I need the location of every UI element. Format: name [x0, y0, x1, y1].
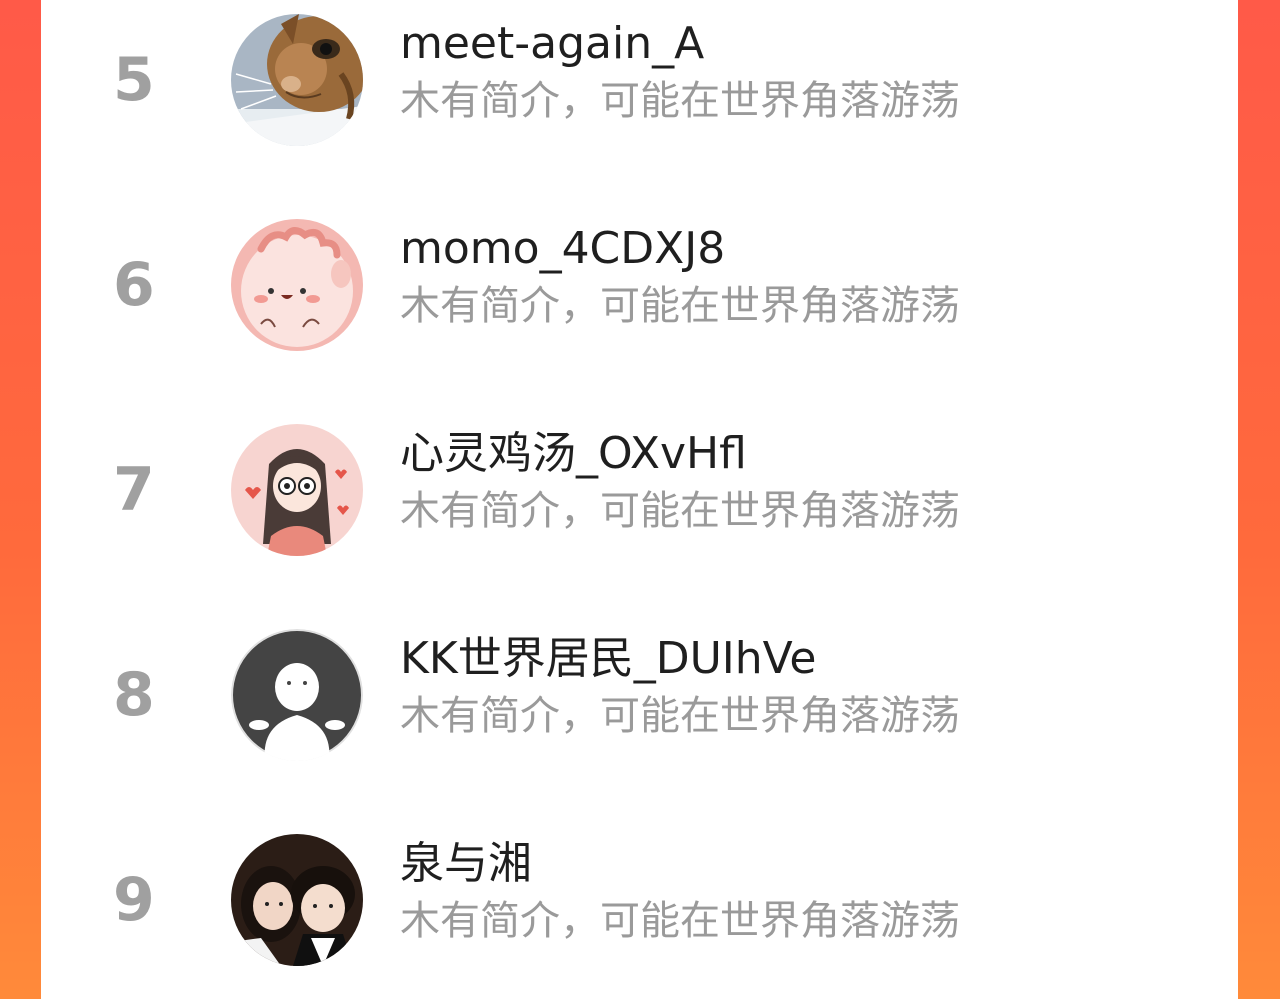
username[interactable]: KK世界居民_DUIhVe	[400, 632, 816, 686]
username[interactable]: meet-again_A	[400, 17, 704, 71]
rank-number: 7	[113, 455, 155, 525]
couple-photo-avatar-icon[interactable]	[231, 834, 363, 966]
default-person-avatar-icon[interactable]	[231, 629, 363, 761]
list-item[interactable]: 6 momo_4CDXJ8 木有简介，可能在世界角落游荡	[41, 210, 1238, 360]
rank-number: 5	[113, 45, 155, 115]
list-item[interactable]: 5 meet-again_A 木有简介，可能在世界角落游荡	[41, 5, 1238, 155]
user-bio: 木有简介，可能在世界角落游荡	[400, 693, 960, 739]
cat-avatar-icon[interactable]	[231, 14, 363, 146]
pink-cartoon-avatar-icon[interactable]	[231, 219, 363, 351]
list-item[interactable]: 7 心灵鸡汤_OXvHfl 木有简介，可能在世界角落游荡	[41, 415, 1238, 565]
list-item[interactable]: 9 泉与湘 木有简介，可能在世界角落游荡	[41, 825, 1238, 975]
rank-number: 8	[113, 660, 155, 730]
user-bio: 木有简介，可能在世界角落游荡	[400, 488, 960, 534]
user-bio: 木有简介，可能在世界角落游荡	[400, 898, 960, 944]
username[interactable]: 心灵鸡汤_OXvHfl	[400, 427, 747, 481]
list-item[interactable]: 8 KK世界居民_DUIhVe 木有简介，可能在世界角落游荡	[41, 620, 1238, 770]
user-bio: 木有简介，可能在世界角落游荡	[400, 78, 960, 124]
username[interactable]: momo_4CDXJ8	[400, 222, 725, 276]
ranking-list-card: 5 meet-again_A 木有简介，可能在世界角落游荡 6 momo_4CD…	[41, 0, 1238, 999]
user-bio: 木有简介，可能在世界角落游荡	[400, 283, 960, 329]
girl-cartoon-avatar-icon[interactable]	[231, 424, 363, 556]
rank-number: 9	[113, 865, 155, 935]
username[interactable]: 泉与湘	[400, 837, 532, 891]
rank-number: 6	[113, 250, 155, 320]
